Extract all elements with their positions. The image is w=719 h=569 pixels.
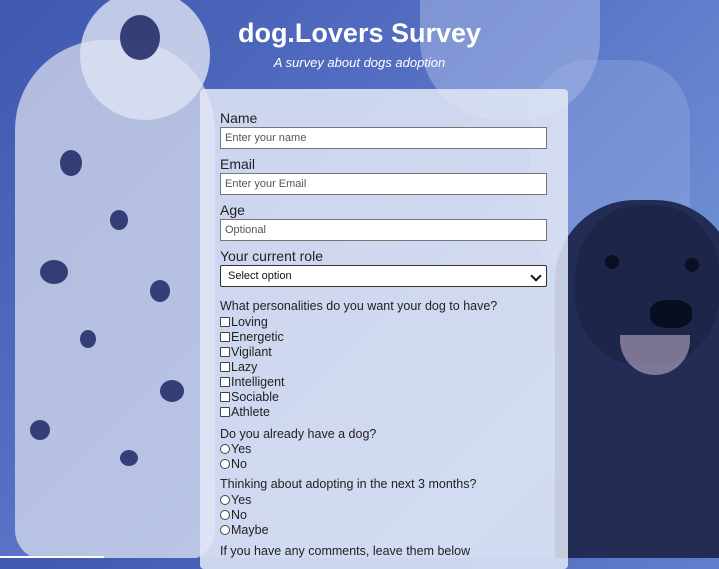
labrador-eye: [685, 258, 699, 272]
role-label: Your current role: [220, 248, 323, 264]
option-label: Yes: [231, 441, 252, 456]
adopting-option-yes[interactable]: Yes: [220, 492, 251, 507]
personalities-question: What personalities do you want your dog …: [220, 299, 498, 313]
age-label: Age: [220, 202, 245, 218]
option-label: Sociable: [231, 389, 279, 404]
have-dog-question: Do you already have a dog?: [220, 427, 377, 441]
checkbox[interactable]: [220, 346, 230, 357]
dalmatian-spot: [110, 210, 128, 230]
radio-button[interactable]: [220, 494, 230, 505]
radio-button[interactable]: [220, 443, 230, 454]
option-label: Athlete: [231, 404, 270, 419]
survey-form: Name Email Age Your current role Select …: [200, 89, 568, 569]
role-select-value: Select option: [228, 270, 292, 282]
dalmatian-spot: [150, 280, 170, 302]
option-label: Lazy: [231, 359, 258, 374]
have-dog-option-yes[interactable]: Yes: [220, 441, 251, 456]
dalmatian-spot: [80, 330, 96, 348]
option-label: Vigilant: [231, 344, 272, 359]
personality-option-vigilant[interactable]: Vigilant: [220, 344, 272, 359]
option-label: Yes: [231, 492, 252, 507]
labrador-nose: [650, 300, 692, 328]
chevron-down-icon: [530, 270, 542, 282]
personality-option-energetic[interactable]: Energetic: [220, 329, 284, 344]
dalmatian-spot: [120, 450, 138, 466]
name-label: Name: [220, 110, 258, 126]
option-label: No: [231, 507, 247, 522]
dalmatian-body-shape: [15, 40, 215, 558]
checkbox[interactable]: [220, 406, 230, 417]
checkbox[interactable]: [220, 391, 230, 402]
option-label: Maybe: [231, 522, 269, 537]
adopting-question: Thinking about adopting in the next 3 mo…: [220, 477, 477, 491]
personality-option-sociable[interactable]: Sociable: [220, 389, 279, 404]
email-input[interactable]: [220, 173, 547, 195]
email-label: Email: [220, 156, 256, 172]
labrador-eye: [605, 255, 619, 269]
option-label: Intelligent: [231, 374, 285, 389]
personality-option-intelligent[interactable]: Intelligent: [220, 374, 285, 389]
page-title: dog.Lovers Survey: [237, 18, 482, 48]
age-input[interactable]: [220, 219, 547, 241]
dalmatian-spot: [30, 420, 50, 440]
personality-option-lazy[interactable]: Lazy: [220, 359, 257, 374]
radio-button[interactable]: [220, 458, 230, 469]
checkbox[interactable]: [220, 316, 230, 327]
radio-button[interactable]: [220, 509, 230, 520]
adopting-option-maybe[interactable]: Maybe: [220, 522, 269, 537]
have-dog-option-no[interactable]: No: [220, 456, 247, 471]
adopting-option-no[interactable]: No: [220, 507, 247, 522]
checkbox[interactable]: [220, 361, 230, 372]
personality-option-athlete[interactable]: Athlete: [220, 404, 270, 419]
role-select[interactable]: Select option: [220, 265, 547, 287]
dalmatian-spot: [60, 150, 82, 176]
dalmatian-spot: [160, 380, 184, 402]
option-label: Energetic: [231, 329, 284, 344]
dalmatian-spot: [40, 260, 68, 284]
option-label: Loving: [231, 314, 268, 329]
radio-button[interactable]: [220, 524, 230, 535]
personality-option-loving[interactable]: Loving: [220, 314, 268, 329]
option-label: No: [231, 456, 247, 471]
name-input[interactable]: [220, 127, 547, 149]
comments-label: If you have any comments, leave them bel…: [220, 544, 471, 558]
checkbox[interactable]: [220, 331, 230, 342]
page-subtitle: A survey about dogs adoption: [273, 55, 446, 70]
checkbox[interactable]: [220, 376, 230, 387]
